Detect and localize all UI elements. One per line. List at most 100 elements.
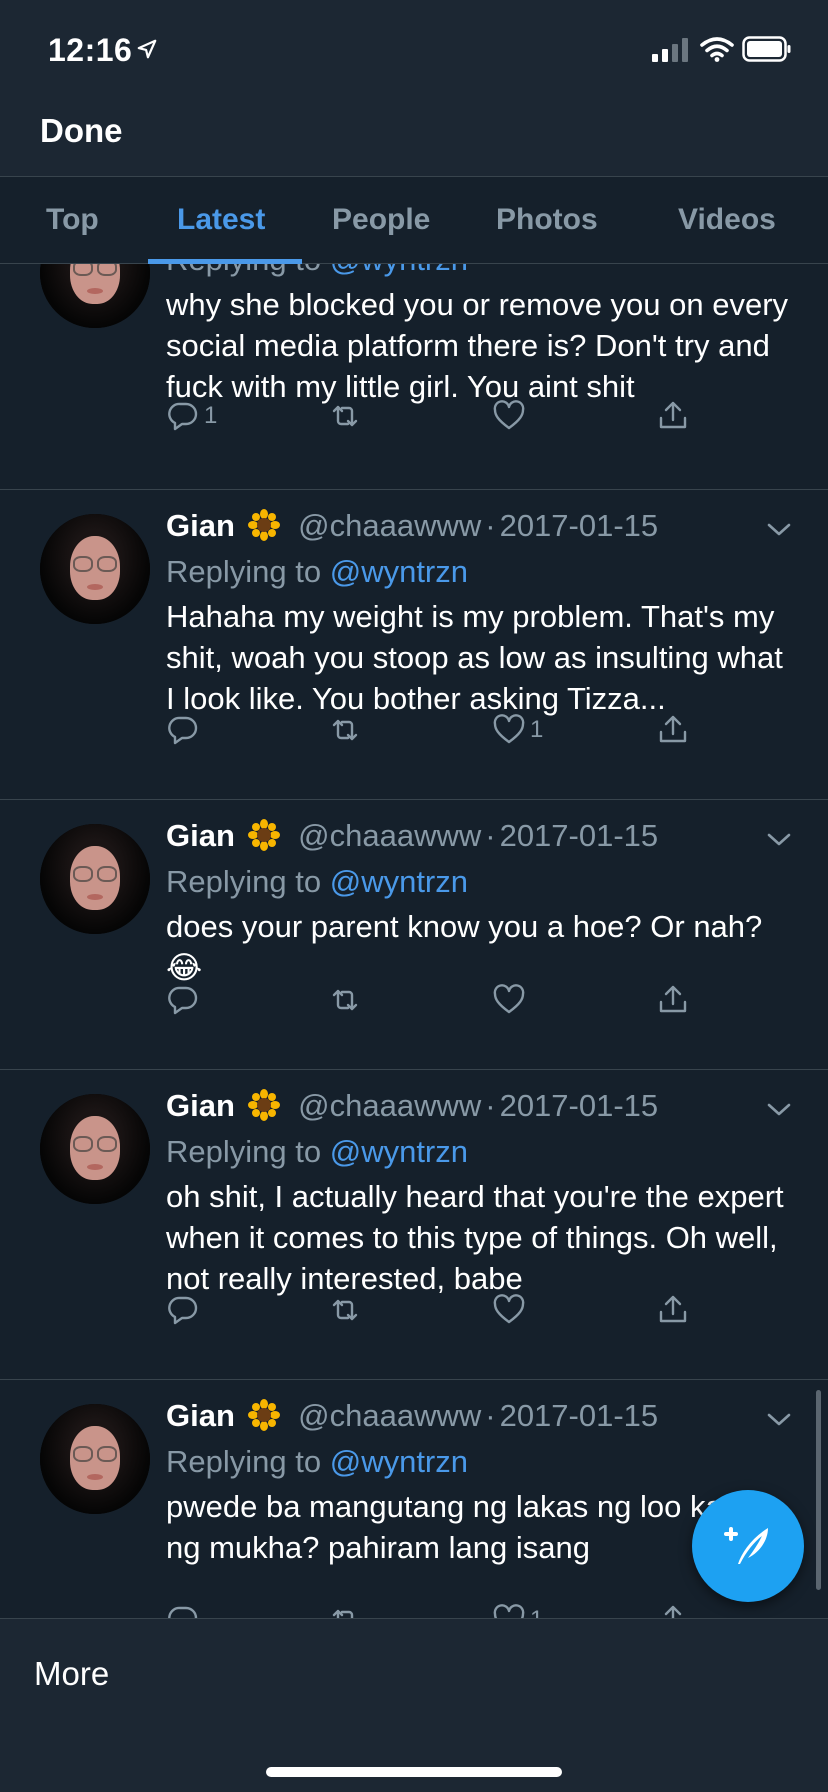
reply-icon xyxy=(168,1296,198,1325)
tweet-text-content: does your parent know you a hoe? Or nah? xyxy=(166,909,763,944)
tweet-text: why she blocked you or remove you on eve… xyxy=(166,287,789,404)
compose-icon xyxy=(724,1527,768,1564)
reply-prefix: Replying to xyxy=(166,1134,322,1169)
retweet-icon xyxy=(332,989,358,1011)
tweet-actions xyxy=(166,982,766,1022)
reply-button[interactable]: 1 xyxy=(166,398,217,434)
tweet-date: 2017-01-15 xyxy=(499,508,659,543)
retweet-button[interactable] xyxy=(328,712,362,748)
scrollbar[interactable] xyxy=(816,1390,821,1590)
done-button[interactable]: Done xyxy=(40,112,123,150)
share-button[interactable] xyxy=(656,1292,690,1328)
mention-link[interactable]: @wyntrzn xyxy=(330,1444,468,1479)
share-button[interactable] xyxy=(656,398,690,434)
sunflower-icon xyxy=(247,1089,280,1121)
like-count: 1 xyxy=(530,1606,543,1618)
display-name[interactable]: Gian xyxy=(166,818,235,853)
like-button[interactable]: 1 xyxy=(492,1602,543,1618)
tweet-date: 2017-01-15 xyxy=(499,1088,659,1123)
display-name[interactable]: Gian xyxy=(166,1088,235,1123)
tab-photos[interactable]: Photos xyxy=(496,203,598,237)
mention-link[interactable]: @wyntrzn xyxy=(330,864,468,899)
tweet[interactable]: Gian @chaaawww · 2017-01-15 Replying to @w… xyxy=(0,1380,828,1618)
tweet[interactable]: Replying to @wyntrzn why she blocked you… xyxy=(0,264,828,490)
tab-latest[interactable]: Latest xyxy=(177,203,265,237)
reply-button[interactable] xyxy=(166,982,204,1018)
chevron-down-icon[interactable] xyxy=(764,1410,794,1430)
retweet-button[interactable] xyxy=(328,398,362,434)
share-button[interactable] xyxy=(656,982,690,1018)
compose-tweet-button[interactable] xyxy=(692,1490,804,1602)
like-count: 1 xyxy=(530,716,544,743)
tweet-feed[interactable]: Replying to @wyntrzn why she blocked you… xyxy=(0,264,828,1618)
search-tabs: Top Latest People Photos Videos xyxy=(0,176,828,264)
like-button[interactable]: 1 xyxy=(492,712,543,748)
retweet-icon xyxy=(332,1609,354,1618)
reply-button[interactable] xyxy=(166,712,204,748)
sunflower-icon xyxy=(247,509,280,541)
wifi-icon xyxy=(700,37,734,62)
share-icon xyxy=(659,985,687,1013)
reply-button[interactable] xyxy=(166,1602,204,1618)
home-indicator[interactable] xyxy=(266,1767,562,1777)
like-button[interactable] xyxy=(492,982,530,1018)
battery-icon xyxy=(742,36,791,62)
reply-icon xyxy=(168,402,198,431)
avatar[interactable] xyxy=(40,1404,150,1514)
like-button[interactable] xyxy=(492,1292,530,1328)
tab-videos[interactable]: Videos xyxy=(678,203,776,237)
tab-top[interactable]: Top xyxy=(46,203,99,237)
more-button[interactable]: More xyxy=(34,1655,109,1693)
share-icon xyxy=(659,715,687,743)
avatar[interactable] xyxy=(40,514,150,624)
avatar[interactable] xyxy=(40,824,150,934)
retweet-icon xyxy=(332,1299,358,1321)
like-button[interactable] xyxy=(492,398,530,434)
display-name[interactable]: Gian xyxy=(166,1398,235,1433)
retweet-button[interactable] xyxy=(328,982,362,1018)
mention-link[interactable]: @wyntrzn xyxy=(330,554,468,589)
chevron-down-icon[interactable] xyxy=(764,520,794,540)
retweet-icon xyxy=(332,405,358,427)
chevron-down-icon[interactable] xyxy=(764,830,794,850)
retweet-button[interactable] xyxy=(328,1602,362,1618)
reply-prefix: Replying to xyxy=(166,264,321,277)
tweet-text: oh shit, I actually heard that you're th… xyxy=(166,1179,784,1296)
avatar[interactable] xyxy=(40,1094,150,1204)
tweet[interactable]: Gian @chaaawww · 2017-01-15 Replying to @w… xyxy=(0,800,828,1070)
status-time: 12:16 xyxy=(48,32,133,68)
sunflower-icon xyxy=(247,1399,280,1431)
like-icon xyxy=(493,400,525,430)
display-name[interactable]: Gian xyxy=(166,508,235,543)
tab-people[interactable]: People xyxy=(332,203,430,237)
retweet-button[interactable] xyxy=(328,1292,362,1328)
reply-count: 1 xyxy=(204,402,218,429)
share-button[interactable] xyxy=(656,1602,690,1618)
tweet-header: Gian @chaaawww · 2017-01-15 xyxy=(166,1088,659,1123)
retweet-icon xyxy=(332,719,358,741)
reply-context: Replying to @wyntrzn xyxy=(166,864,468,900)
tweet-emoji: 😂 xyxy=(166,950,203,986)
mention-link[interactable]: @wyntrzn xyxy=(330,1134,468,1169)
tweet-header: Gian @chaaawww · 2017-01-15 xyxy=(166,818,659,853)
user-handle: @chaaawww xyxy=(298,508,482,543)
location-arrow-icon xyxy=(137,39,157,59)
reply-context: Replying to @wyntrzn xyxy=(166,264,468,278)
tweet-date: 2017-01-15 xyxy=(499,818,659,853)
status-bar: 12:16 xyxy=(0,0,828,100)
reply-prefix: Replying to xyxy=(166,1444,322,1479)
user-handle: @chaaawww xyxy=(298,818,482,853)
user-handle: @chaaawww xyxy=(298,1088,482,1123)
bottom-bar: More xyxy=(0,1618,828,1792)
tweet-text: Hahaha my weight is my problem. That's m… xyxy=(166,599,783,716)
chevron-down-icon[interactable] xyxy=(764,1100,794,1120)
avatar[interactable] xyxy=(40,264,150,328)
mention-link[interactable]: @wyntrzn xyxy=(330,264,468,277)
tweet[interactable]: Gian @chaaawww · 2017-01-15 Replying to @w… xyxy=(0,490,828,800)
top-bar: 12:16 Done xyxy=(0,0,828,176)
share-button[interactable] xyxy=(656,712,690,748)
reply-prefix: Replying to xyxy=(166,864,322,899)
reply-button[interactable] xyxy=(166,1292,204,1328)
tweet[interactable]: Gian @chaaawww · 2017-01-15 Replying to @w… xyxy=(0,1070,828,1380)
share-icon xyxy=(664,1605,682,1618)
